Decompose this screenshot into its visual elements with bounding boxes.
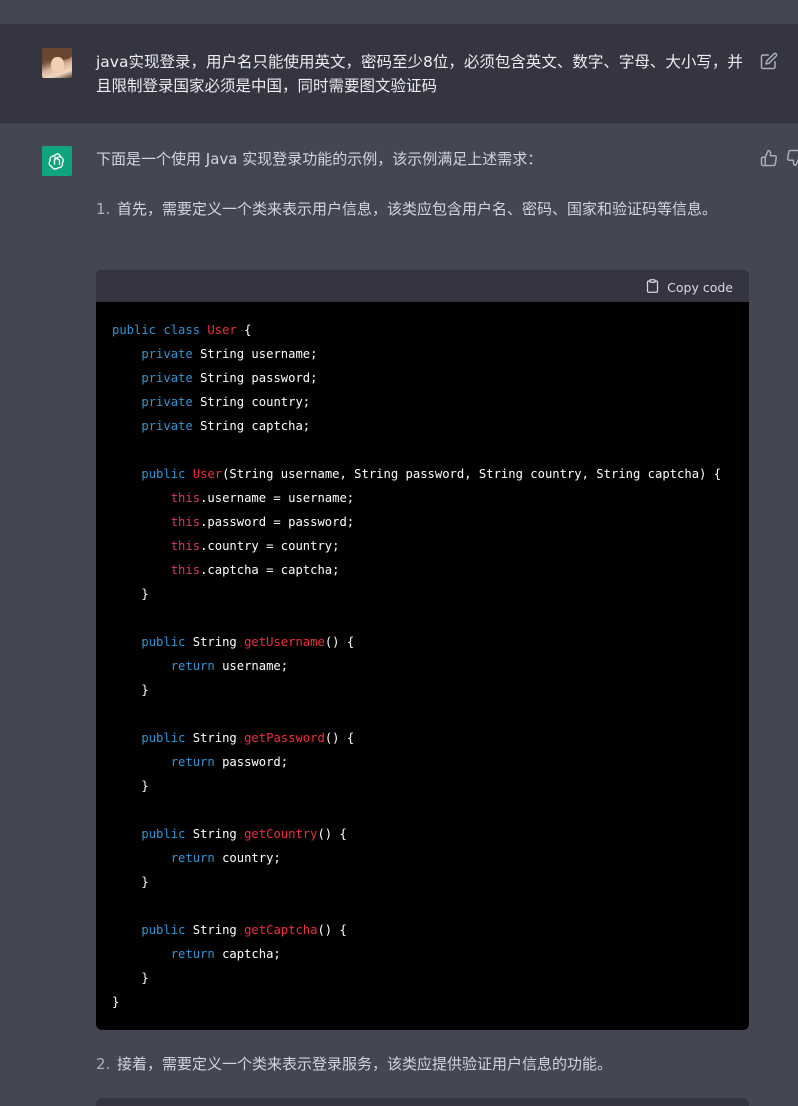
list-text: 接着，需要定义一个类来表示登录服务，该类应提供验证用户信息的功能。 <box>117 1055 613 1073</box>
list-text: 首先，需要定义一个类来表示用户信息，该类应包含用户名、密码、国家和验证码等信息。 <box>117 200 718 218</box>
list-number: 1. <box>96 200 111 218</box>
copy-code-button[interactable]: Copy code <box>645 278 733 296</box>
assistant-intro: 下面是一个使用 Java 实现登录功能的示例，该示例满足上述需求： <box>96 150 543 168</box>
assistant-message: 下面是一个使用 Java 实现登录功能的示例，该示例满足上述需求： 1. 首先，… <box>0 123 798 1106</box>
list-number: 2. <box>96 1055 111 1073</box>
clipboard-icon <box>645 278 660 297</box>
user-message: java实现登录，用户名只能使用英文，密码至少8位，必须包含英文、数字、字母、大… <box>0 24 798 123</box>
openai-logo-icon <box>42 146 72 176</box>
code-content: public class User { private String usern… <box>112 323 722 1009</box>
user-message-text: java实现登录，用户名只能使用英文，密码至少8位，必须包含英文、数字、字母、大… <box>96 53 743 95</box>
previous-message-strip <box>0 0 798 24</box>
thumbs-down-icon[interactable] <box>786 149 798 167</box>
thumbs-up-icon[interactable] <box>760 149 778 167</box>
copy-code-label: Copy code <box>667 279 733 295</box>
edit-icon[interactable] <box>760 52 778 70</box>
code-block: Copy code public class User { private St… <box>96 270 749 1030</box>
code-header: Copy code <box>96 270 749 302</box>
user-avatar <box>42 48 72 78</box>
